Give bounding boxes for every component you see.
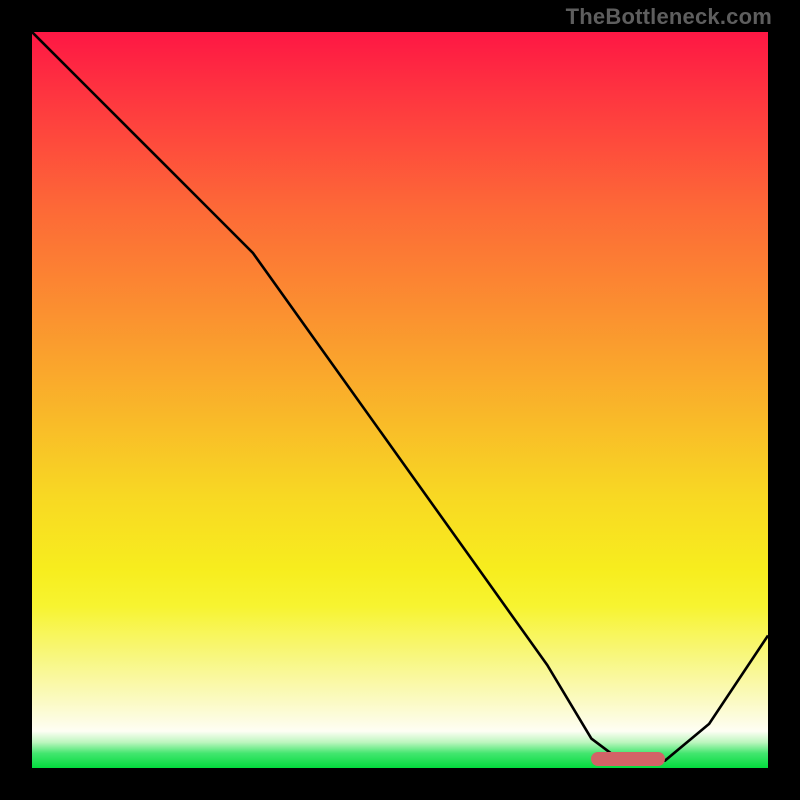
chart-area: [32, 32, 768, 768]
axis-bottom-margin: [0, 768, 800, 800]
bottleneck-curve: [32, 32, 768, 768]
axis-left-margin: [0, 32, 32, 768]
watermark-text: TheBottleneck.com: [566, 4, 772, 30]
optimal-range-marker: [591, 752, 665, 766]
curve-path: [32, 32, 768, 761]
